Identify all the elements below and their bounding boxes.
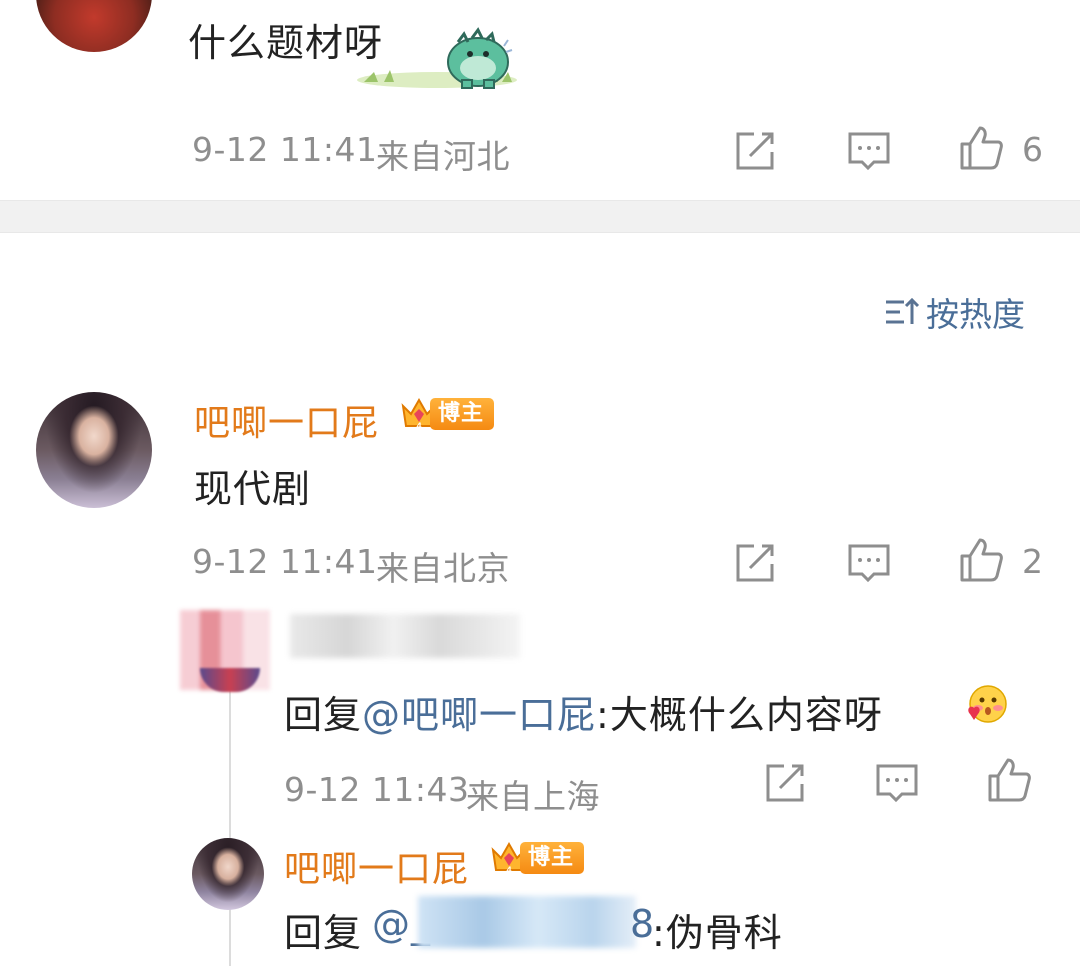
badge-label: 博主 xyxy=(520,842,585,874)
share-icon[interactable] xyxy=(762,760,808,806)
reply-location: 来自上海 xyxy=(466,777,600,816)
reply-content: :大概什么内容呀 xyxy=(596,693,883,737)
comment-icon[interactable] xyxy=(874,760,920,806)
sort-icon xyxy=(886,297,920,324)
comment-icon[interactable] xyxy=(846,128,892,174)
comment-icon[interactable] xyxy=(846,540,892,586)
blushing-face-emoji-icon xyxy=(968,685,1007,723)
share-icon[interactable] xyxy=(732,128,778,174)
like-count: 6 xyxy=(1022,130,1044,169)
share-icon[interactable] xyxy=(732,540,778,586)
reply-prefix: 回复 xyxy=(284,911,363,955)
svg-text:4: 4 xyxy=(506,865,511,875)
like-icon[interactable] xyxy=(958,124,1004,170)
like-icon[interactable] xyxy=(958,536,1004,582)
blogger-badge: 4 博主 xyxy=(490,840,585,876)
replier-username-blurred xyxy=(290,614,520,658)
comment-section: 什么题材呀 9-12 11:41 来自河北 6 按热度 吧唧一口屁 4 博主 现… xyxy=(0,0,1080,966)
blogger-avatar[interactable] xyxy=(192,838,264,910)
comment-location: 来自河北 xyxy=(376,137,510,176)
username[interactable]: 吧唧一口屁 xyxy=(284,840,469,892)
section-divider xyxy=(0,200,1080,233)
blogger-badge: 4 博主 xyxy=(400,396,495,432)
username[interactable]: 吧唧一口屁 xyxy=(194,394,379,446)
mention-link[interactable]: @吧唧一口屁 xyxy=(362,693,596,737)
badge-label: 博主 xyxy=(430,398,495,430)
like-count: 2 xyxy=(1022,542,1044,581)
comment-text: 现代剧 xyxy=(194,467,312,511)
reply-thread-line xyxy=(229,690,231,966)
reply-text: 回复@吧唧一口屁:大概什么内容呀 xyxy=(284,684,883,739)
comment-location: 来自北京 xyxy=(376,549,510,588)
mention-blurred xyxy=(418,896,636,948)
sort-button[interactable]: 按热度 xyxy=(884,290,1025,334)
blogger-avatar[interactable] xyxy=(36,392,152,508)
comment-time: 9-12 11:41 xyxy=(192,130,378,169)
comment-time: 9-12 11:41 xyxy=(192,542,378,581)
green-dinosaur-sticker-icon xyxy=(357,27,517,89)
reply-time: 9-12 11:43 xyxy=(284,770,470,809)
sort-label: 按热度 xyxy=(926,295,1025,334)
commenter-avatar[interactable] xyxy=(36,0,152,52)
like-icon[interactable] xyxy=(986,756,1032,802)
reply-prefix: 回复 xyxy=(284,693,363,737)
reply-content: :伪骨科 xyxy=(652,911,783,955)
svg-text:4: 4 xyxy=(416,421,421,431)
